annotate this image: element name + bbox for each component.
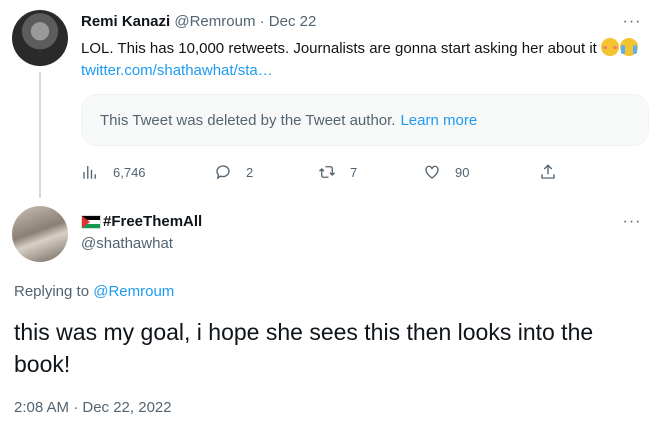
crying-face-icon	[620, 38, 639, 56]
tweet1-action-bar: 6,746 2 7 90	[81, 160, 561, 184]
avatar-remi-kanazi[interactable]	[12, 10, 68, 66]
share-icon	[541, 164, 555, 179]
reply-icon	[216, 165, 230, 180]
tweet2-handle[interactable]: @shathawhat	[81, 234, 173, 254]
learn-more-link[interactable]: Learn more	[400, 112, 477, 129]
tweet-date[interactable]: Dec 22	[269, 13, 317, 30]
like-icon	[425, 165, 439, 179]
flushed-face-icon	[601, 38, 620, 56]
palestine-flag-icon	[81, 215, 101, 229]
reply-count: 2	[246, 164, 254, 180]
replying-to-line: Replying to @Remroum	[14, 282, 174, 302]
retweet-icon	[319, 166, 335, 178]
retweet-count: 7	[350, 164, 358, 180]
like-button[interactable]: 90	[423, 160, 469, 184]
more-icon[interactable]: ···	[622, 12, 642, 32]
display-name: #FreeThemAll	[103, 213, 203, 230]
thread-connector-line	[39, 72, 41, 198]
like-count: 90	[455, 164, 470, 180]
share-button[interactable]	[539, 160, 571, 184]
views-icon	[83, 166, 96, 179]
reply-button[interactable]: 2	[214, 160, 253, 184]
replying-handle-link[interactable]: @Remroum	[93, 283, 174, 300]
replying-prefix: Replying to	[14, 283, 90, 300]
date-separator: ·	[259, 13, 265, 30]
tweet2-text: this was my goal, i hope she sees this t…	[14, 319, 594, 377]
views-button[interactable]: 6,746	[81, 160, 146, 184]
views-count: 6,746	[113, 164, 146, 180]
deleted-quote-box: This Tweet was deleted by the Tweet auth…	[81, 94, 649, 146]
author-name[interactable]: Remi Kanazi	[81, 13, 170, 30]
tweet-link[interactable]: twitter.com/shathawhat/sta…	[81, 62, 273, 79]
retweet-button[interactable]: 7	[318, 160, 357, 184]
tweet1-header: Remi Kanazi @Remroum · Dec 22	[81, 12, 316, 32]
author-handle[interactable]: @Remroum	[174, 13, 255, 30]
tweet2-display-name[interactable]: #FreeThemAll	[81, 212, 202, 232]
tweet2-timestamp[interactable]: 2:08 AM · Dec 22, 2022	[14, 398, 172, 418]
deleted-notice: This Tweet was deleted by the Tweet auth…	[100, 111, 396, 129]
tweet-text: LOL. This has 10,000 retweets. Journalis…	[81, 40, 597, 57]
avatar-shathawhat[interactable]	[12, 206, 68, 262]
tweet1-text: LOL. This has 10,000 retweets. Journalis…	[81, 38, 641, 82]
more-icon[interactable]: ···	[622, 212, 642, 232]
